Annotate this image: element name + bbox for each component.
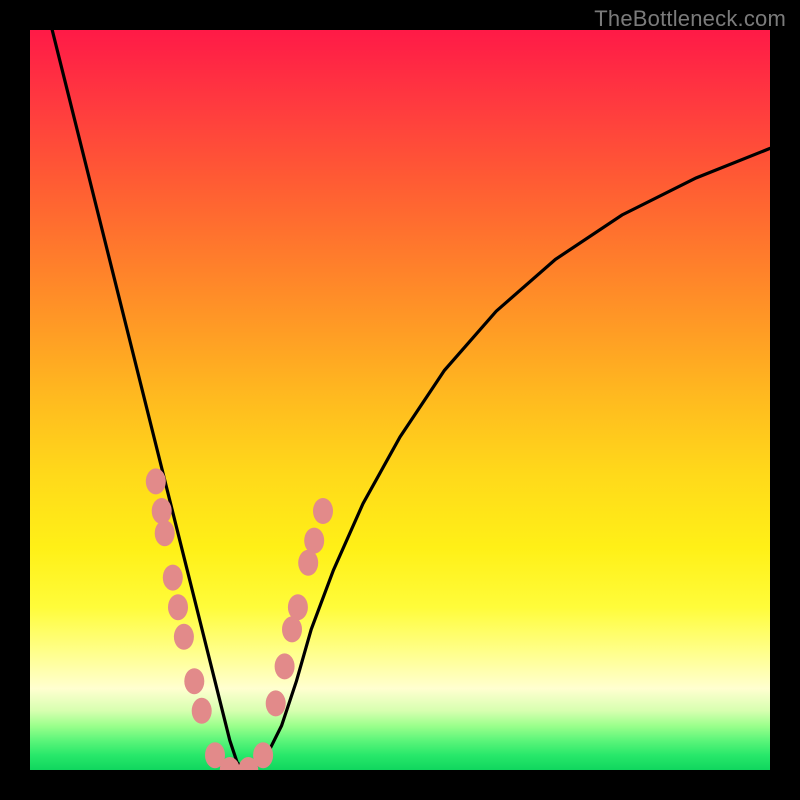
curve-marker [155,520,175,546]
curve-svg [30,30,770,770]
curve-marker [282,616,302,642]
curve-marker [266,690,286,716]
curve-marker [152,498,172,524]
curve-marker [288,594,308,620]
curve-marker [174,624,194,650]
curve-marker [192,698,212,724]
curve-marker [184,668,204,694]
curve-marker [313,498,333,524]
curve-marker [298,550,318,576]
plot-area [30,30,770,770]
watermark-label: TheBottleneck.com [594,6,786,32]
curve-marker [163,565,183,591]
bottleneck-curve [52,30,770,770]
chart-stage: TheBottleneck.com [0,0,800,800]
curve-marker [253,742,273,768]
curve-marker [168,594,188,620]
curve-marker [146,468,166,494]
curve-marker [275,653,295,679]
curve-marker [304,528,324,554]
